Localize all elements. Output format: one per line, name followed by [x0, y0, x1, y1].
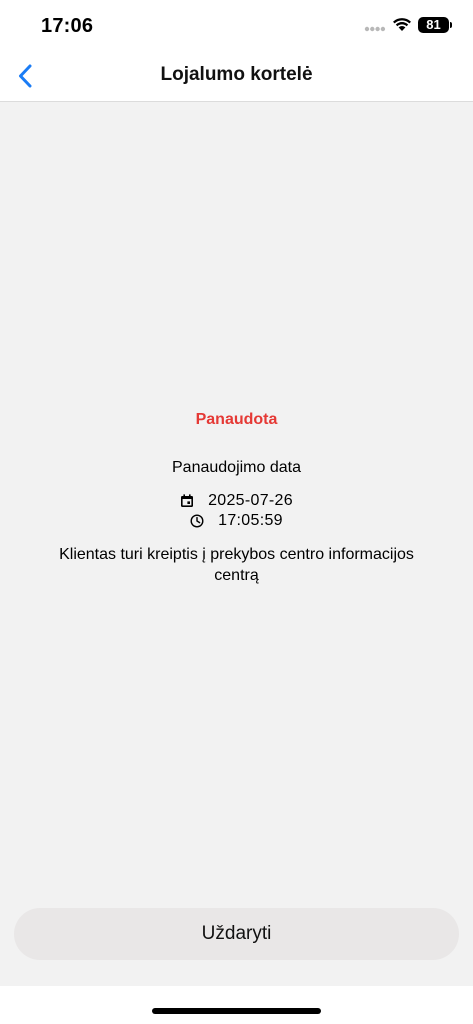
content-area: Panaudota Panaudojimo data 2025-07-26 17…	[0, 102, 473, 986]
usage-date-row: 2025-07-26	[0, 492, 473, 510]
usage-time-value: 17:05:59	[218, 512, 283, 529]
battery-icon: 81	[418, 17, 449, 33]
navigation-bar: Lojalumo kortelė	[0, 50, 473, 102]
usage-date-value: 2025-07-26	[208, 492, 293, 509]
calendar-icon	[181, 494, 194, 507]
status-time: 17:06	[41, 15, 94, 37]
home-indicator[interactable]	[152, 1008, 321, 1014]
battery-tip	[450, 22, 452, 28]
status-badge: Panaudota	[195, 411, 278, 428]
wifi-icon	[393, 18, 411, 31]
battery-level: 81	[426, 17, 441, 32]
signal-dots-icon	[364, 26, 386, 32]
status-bar: 17:06 81	[0, 0, 473, 50]
info-message: Klientas turi kreiptis į prekybos centro…	[59, 546, 414, 584]
usage-time-row: 17:05:59	[0, 512, 473, 530]
page-title: Lojalumo kortelė	[160, 64, 313, 85]
bottom-safe-area	[0, 986, 473, 1024]
clock-icon	[190, 514, 204, 528]
usage-date-heading: Panaudojimo data	[172, 459, 301, 476]
close-button[interactable]: Uždaryti	[14, 908, 459, 960]
